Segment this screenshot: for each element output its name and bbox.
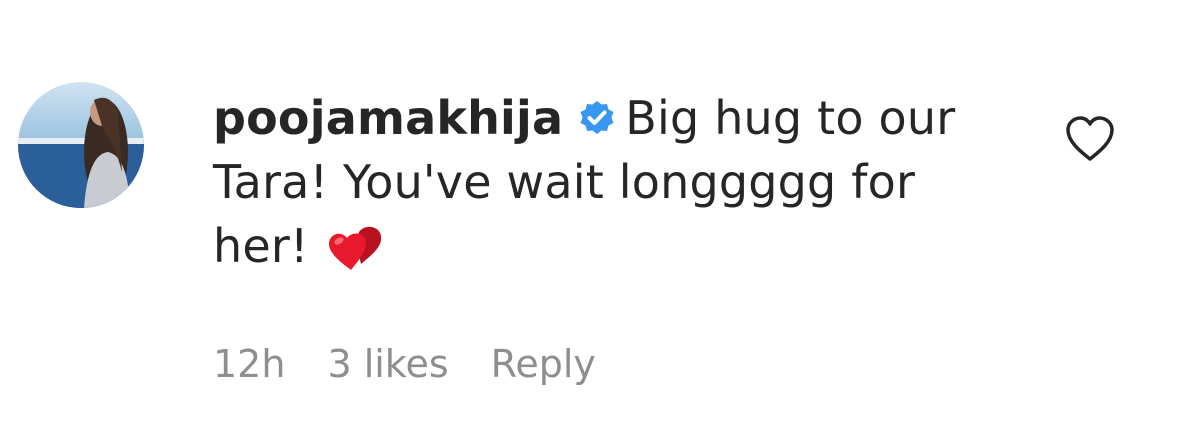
verified-badge-icon bbox=[577, 91, 617, 134]
likes-count-button[interactable]: 3 likes bbox=[327, 342, 448, 386]
reply-button[interactable]: Reply bbox=[491, 342, 596, 386]
comment: poojamakhija Big hug to our Tara! You've… bbox=[0, 0, 1200, 446]
comment-body: poojamakhija Big hug to our Tara! You've… bbox=[213, 86, 1013, 278]
comment-timestamp[interactable]: 12h bbox=[213, 342, 285, 386]
avatar[interactable] bbox=[18, 82, 144, 208]
comment-text-block: poojamakhija Big hug to our Tara! You've… bbox=[213, 86, 1013, 278]
heart-outline-icon[interactable] bbox=[1064, 115, 1116, 163]
two-hearts-icon bbox=[325, 224, 385, 274]
username-link[interactable]: poojamakhija bbox=[213, 91, 563, 145]
avatar-photo bbox=[18, 82, 144, 208]
comment-meta: 12h 3 likes Reply bbox=[213, 338, 596, 390]
